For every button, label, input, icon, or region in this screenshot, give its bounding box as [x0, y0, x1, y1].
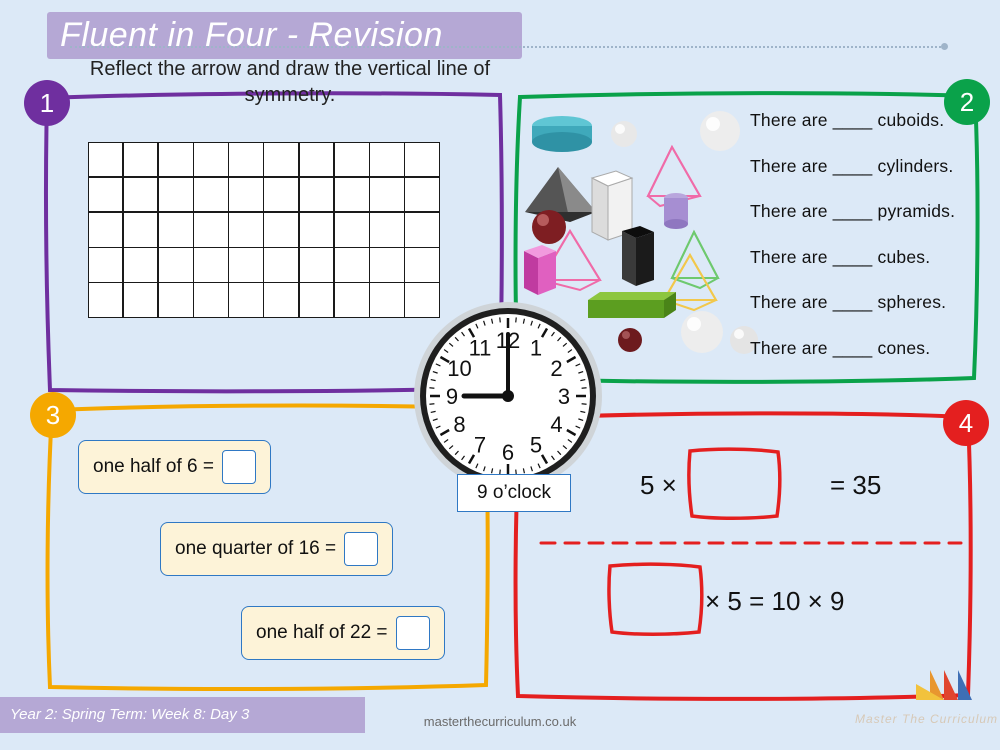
- clock-numeral: 11: [469, 336, 492, 361]
- grid-cell[interactable]: [157, 211, 194, 248]
- shape-count-line: There are ____ cubes.: [750, 246, 931, 267]
- clock-time-label: 9 o’clock: [457, 474, 571, 512]
- grid-cell[interactable]: [87, 211, 124, 248]
- grid-cell[interactable]: [369, 176, 405, 213]
- clock-tick: [429, 387, 435, 389]
- grid-cell[interactable]: [87, 282, 124, 318]
- question-number-2: 2: [944, 79, 990, 125]
- grid-cell[interactable]: [122, 282, 159, 318]
- grid-cell[interactable]: [193, 247, 229, 283]
- grid-cell[interactable]: [298, 282, 335, 318]
- fraction-question-3[interactable]: one half of 22 =: [241, 606, 445, 660]
- grid-cell[interactable]: [404, 211, 440, 248]
- grid-cell[interactable]: [263, 176, 300, 213]
- clock-numeral: 3: [558, 384, 570, 409]
- q4-line2-right: × 5 = 10 × 9: [705, 586, 845, 616]
- grid-cell[interactable]: [333, 282, 370, 318]
- grid-cell[interactable]: [122, 247, 159, 283]
- grid-cell[interactable]: [193, 176, 229, 213]
- clock-numeral: 7: [474, 432, 486, 457]
- grid-cell[interactable]: [263, 211, 300, 248]
- analogue-clock: 121234567891011: [412, 300, 604, 492]
- grid-cell[interactable]: [157, 141, 194, 178]
- question-number-1: 1: [24, 80, 70, 126]
- grid-cell[interactable]: [369, 211, 405, 248]
- grid-cell[interactable]: [87, 176, 124, 213]
- clock-tick: [515, 317, 517, 323]
- title-rule-end-dot: [941, 43, 948, 50]
- clock-numeral: 5: [530, 432, 542, 457]
- symmetry-grid[interactable]: [87, 141, 440, 318]
- grid-cell[interactable]: [228, 176, 264, 213]
- grid-cell[interactable]: [87, 141, 124, 178]
- worksheet-page: Fluent in Four - Revision Reflect the ar…: [0, 0, 1000, 750]
- grid-cell[interactable]: [157, 282, 194, 318]
- grid-cell[interactable]: [263, 141, 300, 178]
- grid-cell[interactable]: [228, 141, 264, 178]
- grid-cell[interactable]: [157, 247, 194, 283]
- grid-cell[interactable]: [404, 247, 440, 283]
- grid-cell[interactable]: [263, 247, 300, 283]
- clock-numeral: 1: [530, 336, 542, 361]
- clock-tick: [581, 387, 587, 389]
- grid-cell[interactable]: [228, 211, 264, 248]
- instruction-text: Reflect the arrow and draw the vertical …: [89, 58, 491, 106]
- grid-cell[interactable]: [333, 211, 370, 248]
- brand-ribbon-icon: [916, 670, 972, 700]
- grid-cell[interactable]: [228, 247, 264, 283]
- grid-cell[interactable]: [193, 282, 229, 318]
- q4-line1-left: 5 ×: [640, 470, 677, 500]
- shape-count-line: There are ____ cylinders.: [750, 155, 954, 176]
- fraction-question-1[interactable]: one half of 6 =: [78, 440, 271, 494]
- grid-cell[interactable]: [298, 176, 335, 213]
- grid-cell[interactable]: [369, 247, 405, 283]
- grid-cell[interactable]: [122, 176, 159, 213]
- grid-cell[interactable]: [87, 247, 124, 283]
- fraction-answer-box-1[interactable]: [221, 450, 256, 484]
- grid-cell[interactable]: [228, 282, 264, 318]
- shape-count-line: There are ____ pyramids.: [750, 201, 956, 221]
- grid-cell[interactable]: [369, 141, 405, 178]
- grid-cell[interactable]: [122, 141, 159, 178]
- clock-numeral: 2: [550, 356, 562, 381]
- fraction-question-1-label: one half of 6 =: [93, 456, 214, 477]
- clock-numeral: 9: [446, 384, 458, 409]
- page-title: Fluent in Four - Revision: [60, 16, 443, 54]
- footer-brand: Master The Curriculum: [855, 712, 999, 726]
- grid-cell[interactable]: [298, 141, 335, 178]
- grid-cell[interactable]: [333, 176, 370, 213]
- clock-numeral: 4: [550, 412, 562, 437]
- shape-count-line: There are ____ cones.: [750, 337, 931, 358]
- fraction-answer-box-3[interactable]: [395, 616, 430, 650]
- footer-website: masterthecurriculum.co.uk: [423, 714, 577, 729]
- grid-cell[interactable]: [333, 141, 370, 178]
- shape-count-line: There are ____ spheres.: [750, 292, 947, 312]
- fraction-question-2[interactable]: one quarter of 16 =: [160, 522, 394, 576]
- clock-numeral: 6: [502, 440, 514, 465]
- grid-cell[interactable]: [263, 282, 300, 318]
- fraction-answer-box-2[interactable]: [344, 532, 379, 566]
- grid-cell[interactable]: [122, 211, 159, 248]
- grid-cell[interactable]: [298, 247, 335, 283]
- fraction-question-3-label: one half of 22 =: [256, 622, 388, 643]
- grid-cell[interactable]: [404, 141, 440, 178]
- clock-tick: [429, 403, 435, 405]
- grid-cell[interactable]: [157, 176, 194, 213]
- grid-cell[interactable]: [193, 211, 229, 248]
- q4-line1-right: = 35: [830, 470, 882, 500]
- grid-cell[interactable]: [193, 141, 229, 178]
- shape-count-questions: There are ____ cuboids. There are ____ cy…: [750, 110, 980, 383]
- fraction-question-2-label: one quarter of 16 =: [175, 538, 337, 559]
- title-rule: [70, 46, 945, 50]
- clock-tick: [581, 403, 587, 405]
- shape-count-line: There are ____ cuboids.: [750, 110, 945, 130]
- clock-numeral: 8: [453, 412, 465, 437]
- grid-cell[interactable]: [369, 282, 405, 318]
- grid-cell[interactable]: [404, 176, 440, 213]
- question-number-3: 3: [30, 392, 76, 438]
- grid-cell[interactable]: [333, 247, 370, 283]
- clock-tick: [499, 317, 501, 323]
- grid-cell[interactable]: [298, 211, 335, 248]
- question-number-4: 4: [943, 400, 989, 446]
